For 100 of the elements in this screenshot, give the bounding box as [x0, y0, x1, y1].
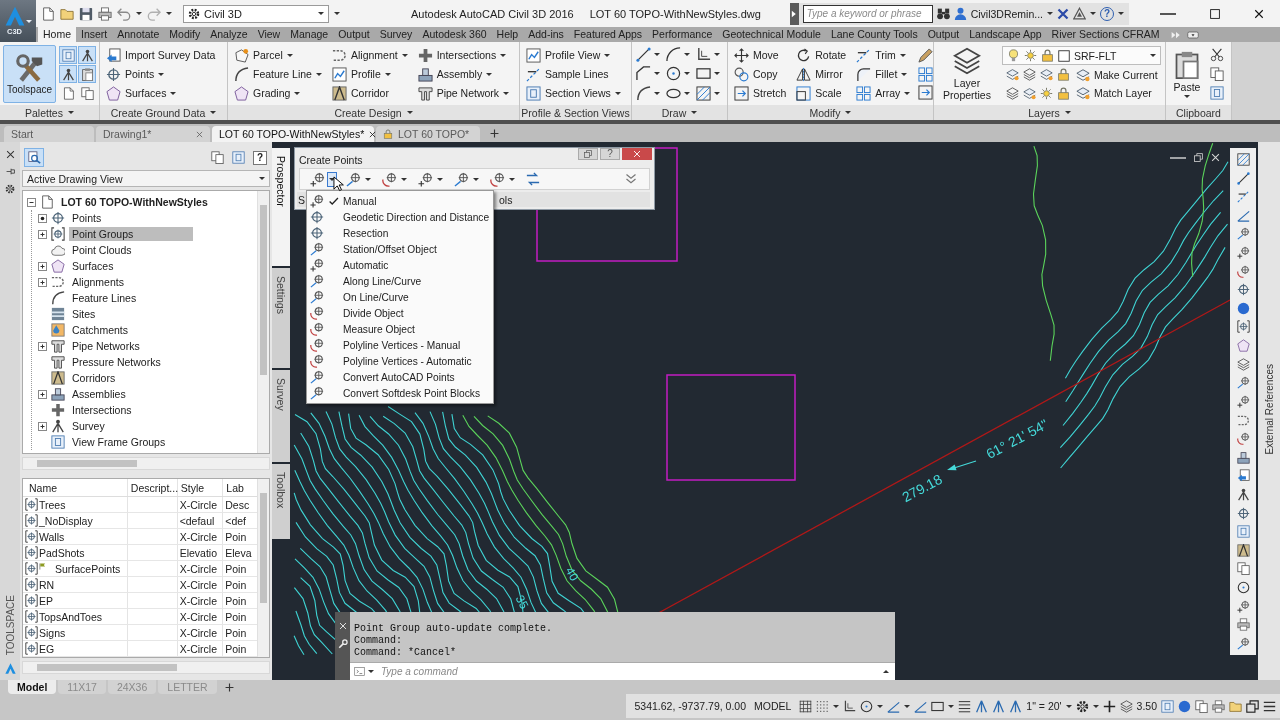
- ribbon-command-button[interactable]: Profile View: [524, 46, 623, 64]
- layer-properties-button[interactable]: Layer Properties: [938, 45, 996, 103]
- four-squares-icon[interactable]: [918, 66, 934, 82]
- hatch-icon[interactable]: [696, 85, 711, 101]
- tree-item[interactable]: Surfaces: [69, 259, 117, 273]
- palette-toggle-button[interactable]: [78, 84, 96, 102]
- polyline-icon[interactable]: [636, 66, 651, 82]
- layers-icon[interactable]: [1236, 357, 1250, 371]
- user-name[interactable]: Civil3DRemin...: [970, 7, 1043, 20]
- circle-icon[interactable]: [666, 66, 681, 82]
- panel-title-button[interactable]: Profile & Section Views: [520, 105, 631, 120]
- point-plus-icon[interactable]: [1236, 599, 1250, 613]
- point-line-icon[interactable]: [346, 171, 361, 187]
- restore-icon[interactable]: [1194, 153, 1203, 162]
- gear-icon[interactable]: [1075, 699, 1089, 713]
- layers-icon[interactable]: [1119, 699, 1133, 713]
- printer-icon[interactable]: [1212, 699, 1225, 713]
- binoculars-icon[interactable]: [936, 7, 950, 20]
- hatch-icon[interactable]: [1236, 153, 1250, 166]
- ribbon-command-button[interactable]: Assembly: [415, 65, 512, 83]
- point-line-icon[interactable]: [1236, 636, 1250, 650]
- ribbon-command-button[interactable]: Copy: [732, 65, 789, 83]
- scrollbar-thumb[interactable]: [37, 664, 177, 671]
- ribbon-command-button[interactable]: Feature Line: [232, 65, 324, 83]
- ribbon-tab[interactable]: Output: [922, 27, 965, 42]
- layer-command-button[interactable]: Make Current: [1074, 65, 1160, 84]
- point-plus-icon[interactable]: [310, 171, 325, 187]
- a-frame-icon[interactable]: [1009, 699, 1023, 713]
- gear-icon[interactable]: [5, 184, 15, 194]
- menu-item[interactable]: Polyline Vertices - Manual: [307, 337, 493, 353]
- swap-arrows-icon[interactable]: [526, 172, 540, 186]
- corner-lines-icon[interactable]: [843, 699, 857, 713]
- ribbon-command-button[interactable]: Stretch: [732, 84, 789, 102]
- ribbon-tab[interactable]: Analyze: [205, 27, 253, 42]
- search-field[interactable]: Type a keyword or phrase: [802, 4, 933, 23]
- plus-box-icon[interactable]: [38, 421, 47, 431]
- menu-item[interactable]: On Line/Curve: [307, 289, 493, 305]
- dot-box-icon[interactable]: [38, 213, 47, 223]
- scrollbar[interactable]: [22, 661, 270, 674]
- panel-toggle-icon[interactable]: [1186, 28, 1199, 41]
- expand-button[interactable]: [789, 2, 799, 25]
- ribbon-tab[interactable]: Performance: [647, 27, 718, 42]
- tree-item[interactable]: Pipe Networks: [69, 339, 143, 353]
- curve-icon[interactable]: [636, 85, 651, 101]
- tree-item[interactable]: Point Clouds: [69, 243, 135, 257]
- panel-title-button[interactable]: Layers: [934, 105, 1165, 120]
- circle-icon[interactable]: [1236, 581, 1250, 594]
- layers-icon[interactable]: [1023, 68, 1036, 81]
- ribbon-tab[interactable]: View: [252, 27, 286, 42]
- ribbon-tab[interactable]: Manage: [285, 27, 334, 42]
- palette-tab[interactable]: Toolbox: [272, 464, 290, 539]
- palette-tab[interactable]: Settings: [272, 268, 290, 368]
- palette-tab[interactable]: Survey: [272, 370, 290, 462]
- disc-icon[interactable]: [1236, 301, 1250, 315]
- road-tile-icon[interactable]: [1236, 543, 1250, 557]
- ribbon-tab[interactable]: Survey: [374, 27, 418, 42]
- layers-icon[interactable]: [1006, 86, 1019, 100]
- ribbon-tab[interactable]: Annotate: [112, 27, 165, 42]
- panel-title-button[interactable]: Modify: [728, 105, 933, 120]
- help-button[interactable]: ?: [253, 150, 267, 165]
- tree-item[interactable]: Alignments: [69, 275, 127, 289]
- sun-icon[interactable]: [1040, 86, 1053, 100]
- view-dropdown[interactable]: Active Drawing View: [22, 170, 270, 187]
- undo-icon[interactable]: [117, 6, 131, 21]
- layout-tab[interactable]: Model: [8, 680, 57, 694]
- pencil-icon[interactable]: [918, 48, 934, 63]
- pages-icon[interactable]: [1236, 562, 1250, 576]
- column-header[interactable]: Style: [177, 479, 224, 496]
- point-curve-icon[interactable]: [1236, 432, 1250, 446]
- pentagon-icon[interactable]: [1236, 339, 1250, 353]
- model-space-toggle[interactable]: MODEL: [754, 700, 792, 712]
- maximize-icon[interactable]: [1210, 8, 1220, 19]
- palette-toggle-button[interactable]: [78, 65, 96, 83]
- ribbon-command-button[interactable]: Grading: [232, 84, 324, 102]
- minus-box-icon[interactable]: [27, 197, 36, 207]
- scrollbar[interactable]: [257, 479, 269, 657]
- help-button[interactable]: ?: [600, 148, 620, 160]
- frame-icon[interactable]: [1210, 86, 1224, 100]
- printer-icon[interactable]: [98, 6, 112, 21]
- panel-title-button[interactable]: Clipboard: [1166, 105, 1231, 120]
- ribbon-command-button[interactable]: Points: [104, 65, 218, 83]
- ribbon-command-button[interactable]: Fillet: [854, 65, 913, 83]
- minimize-icon[interactable]: [1160, 12, 1176, 15]
- pages-icon[interactable]: [211, 151, 224, 164]
- angle-icon[interactable]: [1236, 208, 1250, 222]
- point-curve-icon[interactable]: [490, 171, 505, 187]
- column-header[interactable]: Name: [23, 479, 128, 496]
- triangle-icon[interactable]: [1073, 7, 1086, 20]
- close-button[interactable]: [622, 148, 652, 160]
- plus-box-icon[interactable]: [38, 261, 47, 271]
- ribbon-tab[interactable]: Modify: [164, 27, 206, 42]
- point-plus-icon[interactable]: [418, 171, 433, 187]
- plus-icon[interactable]: [224, 683, 234, 692]
- menu-item[interactable]: Polyline Vertices - Automatic: [307, 353, 493, 369]
- command-input-box[interactable]: Type a command: [350, 662, 895, 680]
- panel-title-button[interactable]: Create Ground Data: [100, 105, 227, 120]
- menu-item[interactable]: Along Line/Curve: [307, 273, 493, 289]
- disc-icon[interactable]: [1178, 699, 1191, 713]
- ribbon-command-button[interactable]: Rotate: [794, 46, 849, 64]
- ribbon-tab[interactable]: Featured Apps: [568, 27, 648, 42]
